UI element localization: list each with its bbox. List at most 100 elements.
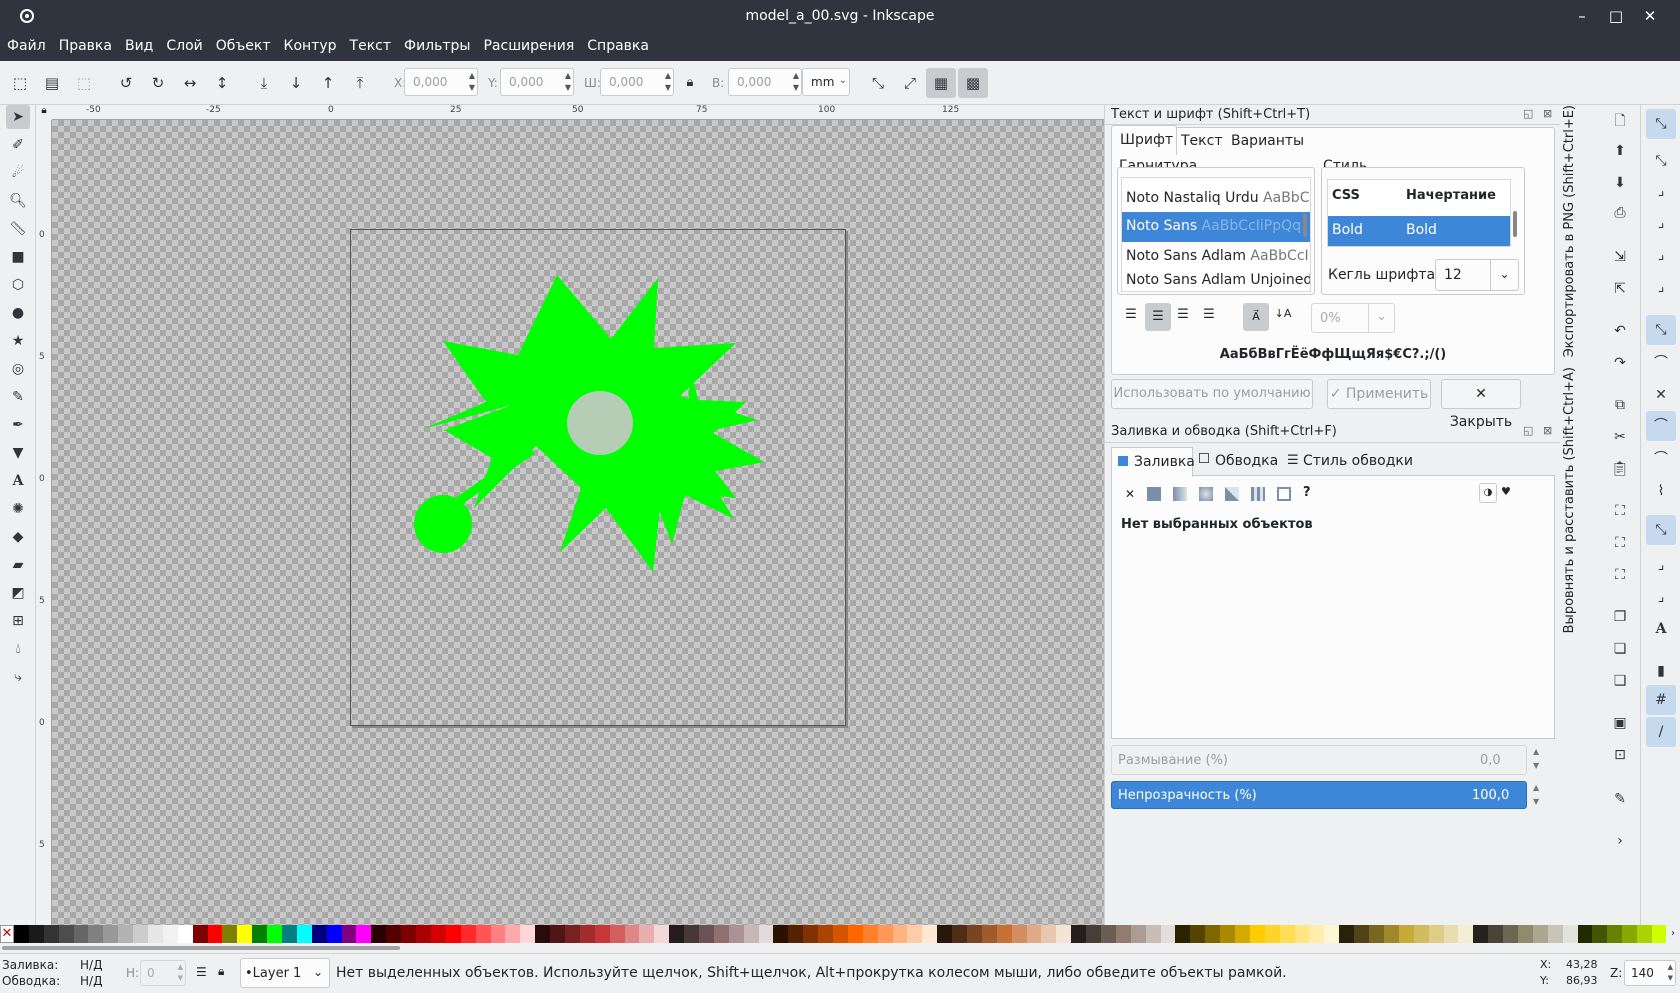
swatch-icon[interactable]	[1277, 487, 1291, 501]
snap-midpoints-icon[interactable]: ⌇	[1651, 481, 1671, 501]
palette-swatch[interactable]	[758, 925, 774, 943]
spiral-tool-icon[interactable]: ◎	[6, 357, 30, 381]
group-icon[interactable]: ▣	[1610, 713, 1630, 733]
unset-paint-icon[interactable]: ?	[1303, 485, 1311, 500]
layer-select[interactable]: •Layer 1 ⌄	[240, 958, 330, 988]
palette-swatch[interactable]	[818, 925, 833, 943]
palette-swatch[interactable]	[981, 925, 997, 943]
palette-swatch[interactable]	[713, 925, 729, 943]
panel-close-icon[interactable]: ⊠	[1543, 107, 1552, 120]
palette-swatch[interactable]	[1369, 925, 1384, 943]
palette-swatch[interactable]	[520, 925, 536, 943]
scale-corners-icon[interactable]: ⤢	[900, 73, 920, 93]
set-default-button[interactable]: Использовать по умолчанию	[1111, 379, 1313, 409]
ungroup-icon[interactable]: ⊡	[1610, 745, 1630, 765]
snap-paths-icon[interactable]: ⌒	[1651, 353, 1671, 373]
tab-align-distribute[interactable]: Выровнять и расставить (Shift+Ctrl+A)	[1562, 367, 1577, 633]
x-input[interactable]: 0,000 ▲ ▼	[404, 68, 478, 96]
spray-tool-icon[interactable]: ✺	[6, 497, 30, 521]
palette-swatch[interactable]	[1294, 925, 1310, 943]
fill-indicator-value[interactable]: Н/Д	[80, 958, 102, 972]
palette-swatch[interactable]	[728, 925, 744, 943]
palette-swatch[interactable]	[1324, 925, 1340, 943]
palette-swatch[interactable]	[579, 925, 595, 943]
palette-swatch[interactable]	[639, 925, 655, 943]
snap-cusp-icon[interactable]: ⌒	[1646, 411, 1676, 441]
zoom-drawing-icon[interactable]: ⛶	[1610, 533, 1630, 553]
palette-swatch[interactable]	[1607, 925, 1623, 943]
palette-swatch[interactable]	[14, 925, 29, 943]
palette-swatch[interactable]	[1547, 925, 1563, 943]
tab-text[interactable]: Текст	[1181, 133, 1222, 149]
pattern-icon[interactable]	[1251, 487, 1265, 501]
menu-filters[interactable]: Фильтры	[397, 33, 476, 54]
raise-icon[interactable]: ↑	[318, 73, 338, 93]
snap-nodes-icon[interactable]: ⤡	[1646, 315, 1676, 345]
palette-swatch[interactable]	[1577, 925, 1593, 943]
more-icon[interactable]: ›	[1610, 831, 1630, 851]
snap-rotation-center-icon[interactable]: ⌟	[1651, 587, 1671, 607]
palette-swatch[interactable]	[1503, 925, 1518, 943]
palette-swatch[interactable]	[296, 925, 312, 943]
zoom-tool-icon[interactable]: 🔍︎	[6, 189, 30, 213]
import-icon[interactable]: ⇲	[1610, 247, 1630, 267]
palette-swatch[interactable]	[922, 925, 938, 943]
palette-menu-icon[interactable]: ›	[1666, 925, 1680, 943]
palette-swatch[interactable]	[460, 925, 476, 943]
scale-stroke-icon[interactable]: ⤡	[868, 73, 888, 93]
drawing-canvas[interactable]	[52, 120, 1104, 925]
palette-swatch[interactable]	[1651, 925, 1667, 943]
snap-grid-icon[interactable]: #	[1646, 685, 1676, 715]
palette-swatch[interactable]	[356, 925, 372, 943]
palette-swatch[interactable]	[1428, 925, 1444, 943]
eraser-tool-icon[interactable]: ◆	[6, 525, 30, 549]
palette-swatch[interactable]	[1622, 925, 1638, 943]
mesh-gradient-icon[interactable]	[1225, 487, 1239, 501]
palette-swatch[interactable]	[267, 925, 283, 943]
opacity-spin-icon[interactable]: ▲ ▼	[1533, 781, 1539, 809]
snap-bbox-corners-icon[interactable]: ⌟	[1651, 213, 1671, 233]
palette-swatch[interactable]	[1473, 925, 1489, 943]
palette-swatch[interactable]	[177, 925, 193, 943]
palette-swatch[interactable]	[1249, 925, 1265, 943]
font-family-list[interactable]: Noto Nastaliq Urdu AaBbCc Noto Sans AaBb…	[1121, 177, 1311, 292]
tab-stroke-style[interactable]: Стиль обводки	[1303, 453, 1413, 469]
tab-export-png[interactable]: Экспортировать в PNG (Shift+Ctrl+E)	[1562, 105, 1577, 357]
align-left-icon[interactable]: ☰	[1121, 307, 1141, 327]
palette-swatch[interactable]	[58, 925, 74, 943]
zoom-input[interactable]: 140 ▲ ▼	[1624, 960, 1676, 986]
palette-swatch[interactable]	[1562, 925, 1578, 943]
palette-swatch[interactable]	[1026, 925, 1042, 943]
palette-swatch[interactable]	[341, 925, 357, 943]
palette-swatch[interactable]	[862, 925, 878, 943]
palette-swatch[interactable]	[535, 925, 551, 943]
palette-swatch[interactable]	[773, 925, 789, 943]
palette-swatch[interactable]	[803, 925, 819, 943]
close-icon[interactable]: ✕	[1640, 6, 1660, 26]
menu-help[interactable]: Справка	[580, 33, 655, 54]
select-all-icon[interactable]: ⬚	[10, 73, 30, 93]
gradient-tool-icon[interactable]: ◩	[6, 581, 30, 605]
lock-icon[interactable]: 🔒︎	[680, 73, 700, 93]
snap-smooth-icon[interactable]: ⌒	[1651, 449, 1671, 469]
rectangle-tool-icon[interactable]: ■	[6, 245, 30, 269]
palette-swatch[interactable]	[88, 925, 104, 943]
tab-fill[interactable]: Заливка	[1111, 447, 1195, 477]
snap-page-border-icon[interactable]: ▮	[1651, 661, 1671, 681]
palette-swatch[interactable]	[505, 925, 521, 943]
font-size-combo[interactable]: 12 ⌄	[1435, 259, 1519, 291]
palette-swatch[interactable]	[1086, 925, 1102, 943]
width-input[interactable]: 0,000 ▲ ▼	[600, 68, 674, 96]
open-icon[interactable]: ⬆	[1610, 141, 1630, 161]
palette-swatch[interactable]	[847, 925, 863, 943]
layers-icon[interactable]: ☰	[196, 965, 207, 979]
node-tool-icon[interactable]: ✐	[6, 133, 30, 157]
palette-scroll-thumb[interactable]	[2, 946, 400, 950]
font-list-item[interactable]: Noto Sans Adlam AaBbCcI	[1122, 242, 1310, 270]
palette-swatch[interactable]	[252, 925, 268, 943]
palette-swatch[interactable]	[1383, 925, 1399, 943]
style-list-scrollbar[interactable]	[1513, 211, 1517, 237]
font-list-item[interactable]: Noto Sans Adlam Unjoined	[1122, 270, 1310, 291]
print-icon[interactable]: ⎙	[1610, 203, 1630, 223]
menu-extensions[interactable]: Расширения	[476, 33, 580, 54]
